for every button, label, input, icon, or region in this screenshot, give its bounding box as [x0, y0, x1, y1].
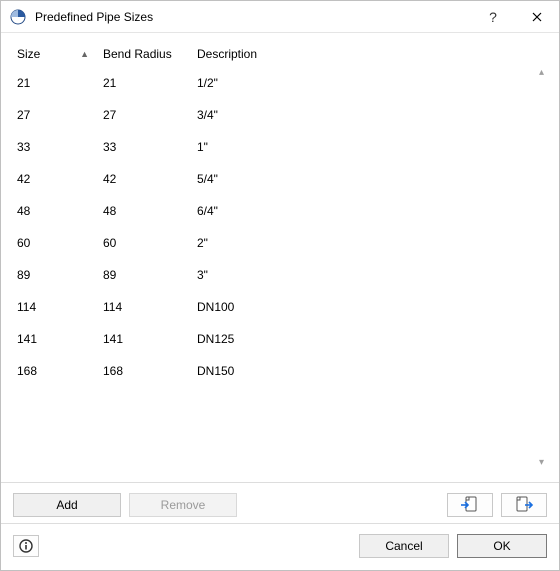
add-button-label: Add	[56, 498, 77, 512]
cell-description: 6/4"	[193, 195, 528, 227]
close-icon	[532, 12, 542, 22]
cell-size: 114	[13, 291, 99, 323]
scroll-down-icon[interactable]: ▾	[539, 457, 544, 468]
cell-size: 48	[13, 195, 99, 227]
cell-bend-radius: 168	[99, 355, 193, 387]
cell-description: 1/2"	[193, 67, 528, 99]
table-container: ▴ ▾ Size ▲ Bend Radius Description	[13, 41, 547, 472]
import-icon	[460, 496, 480, 514]
action-button-row: Add Remove	[1, 482, 559, 523]
scroll-up-icon[interactable]: ▴	[539, 67, 544, 78]
cancel-button-label: Cancel	[385, 539, 422, 553]
table-row[interactable]: 42425/4"	[13, 163, 528, 195]
cell-bend-radius: 27	[99, 99, 193, 131]
table-row[interactable]: 27273/4"	[13, 99, 528, 131]
cell-description: 5/4"	[193, 163, 528, 195]
cell-bend-radius: 48	[99, 195, 193, 227]
column-header-bend-label: Bend Radius	[103, 47, 172, 61]
help-button[interactable]: ?	[471, 1, 515, 33]
table-header-row: Size ▲ Bend Radius Description	[13, 41, 528, 67]
table-row[interactable]: 89893"	[13, 259, 528, 291]
app-icon	[9, 8, 27, 26]
cell-description: 1"	[193, 131, 528, 163]
pipe-sizes-table: Size ▲ Bend Radius Description 21211/2"2…	[13, 41, 528, 387]
table-row[interactable]: 48486/4"	[13, 195, 528, 227]
add-button[interactable]: Add	[13, 493, 121, 517]
cell-bend-radius: 89	[99, 259, 193, 291]
cell-description: DN125	[193, 323, 528, 355]
cell-description: DN100	[193, 291, 528, 323]
export-button[interactable]	[501, 493, 547, 517]
cell-size: 168	[13, 355, 99, 387]
export-icon	[514, 496, 534, 514]
ok-button[interactable]: OK	[457, 534, 547, 558]
dialog-button-row: Cancel OK	[1, 523, 559, 570]
column-header-size-label: Size	[17, 47, 40, 61]
cell-bend-radius: 42	[99, 163, 193, 195]
info-button[interactable]	[13, 535, 39, 557]
cell-size: 33	[13, 131, 99, 163]
sort-asc-icon: ▲	[80, 49, 89, 59]
cell-bend-radius: 33	[99, 131, 193, 163]
table-row[interactable]: 21211/2"	[13, 67, 528, 99]
cell-description: 3/4"	[193, 99, 528, 131]
cell-bend-radius: 21	[99, 67, 193, 99]
cancel-button[interactable]: Cancel	[359, 534, 449, 558]
titlebar: Predefined Pipe Sizes ?	[1, 1, 559, 33]
table-row[interactable]: 33331"	[13, 131, 528, 163]
window-title: Predefined Pipe Sizes	[35, 10, 153, 24]
table-body: 21211/2"27273/4"33331"42425/4"48486/4"60…	[13, 67, 528, 387]
content-area: ▴ ▾ Size ▲ Bend Radius Description	[1, 33, 559, 482]
table-row[interactable]: 60602"	[13, 227, 528, 259]
cell-bend-radius: 141	[99, 323, 193, 355]
cell-bend-radius: 60	[99, 227, 193, 259]
close-button[interactable]	[515, 1, 559, 33]
column-header-size[interactable]: Size ▲	[13, 41, 99, 67]
column-header-bend-radius[interactable]: Bend Radius	[99, 41, 193, 67]
cell-description: 2"	[193, 227, 528, 259]
cell-size: 89	[13, 259, 99, 291]
table-row[interactable]: 168168DN150	[13, 355, 528, 387]
column-header-description[interactable]: Description	[193, 41, 528, 67]
cell-description: DN150	[193, 355, 528, 387]
column-header-desc-label: Description	[197, 47, 257, 61]
cell-size: 60	[13, 227, 99, 259]
table-row[interactable]: 114114DN100	[13, 291, 528, 323]
cell-bend-radius: 114	[99, 291, 193, 323]
ok-button-label: OK	[493, 539, 510, 553]
cell-size: 27	[13, 99, 99, 131]
info-icon	[19, 539, 33, 553]
table-row[interactable]: 141141DN125	[13, 323, 528, 355]
remove-button[interactable]: Remove	[129, 493, 237, 517]
cell-size: 141	[13, 323, 99, 355]
cell-size: 21	[13, 67, 99, 99]
help-icon: ?	[489, 9, 497, 25]
cell-description: 3"	[193, 259, 528, 291]
remove-button-label: Remove	[161, 498, 206, 512]
cell-size: 42	[13, 163, 99, 195]
import-button[interactable]	[447, 493, 493, 517]
